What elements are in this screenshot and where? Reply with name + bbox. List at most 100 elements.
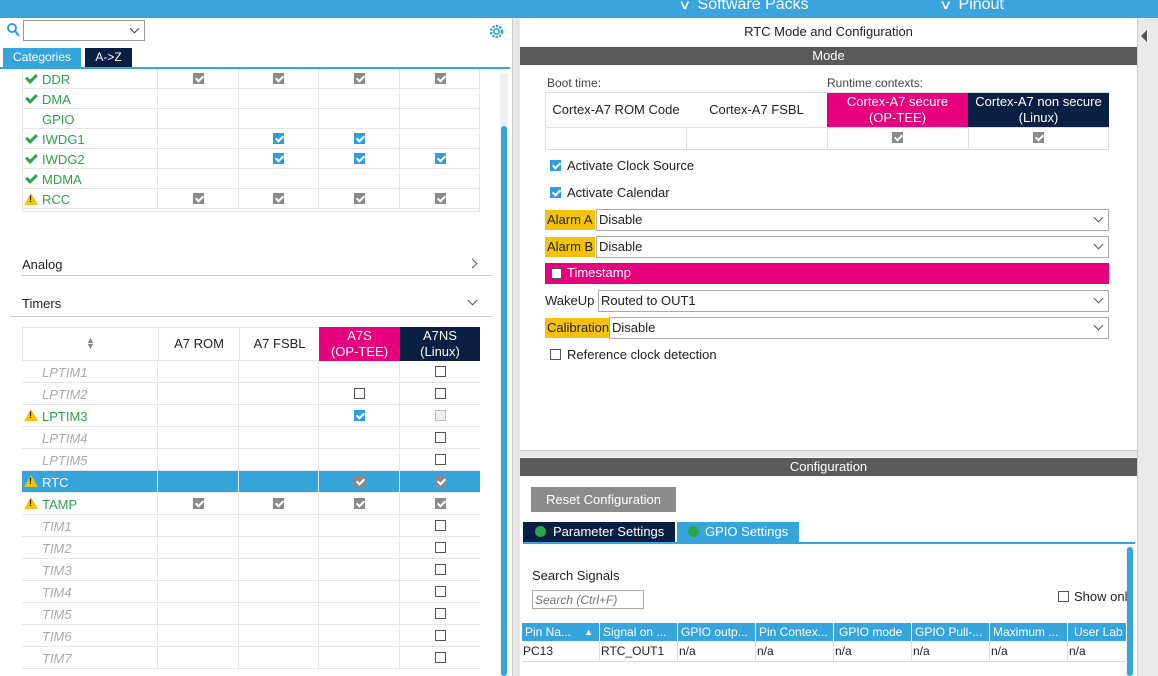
table-cell-a7rom — [157, 427, 238, 448]
ref-clock-checkbox[interactable] — [550, 349, 561, 360]
gpio-col-pin-context[interactable]: Pin Contex... — [756, 623, 834, 641]
ctx-secure-checkbox[interactable] — [892, 132, 903, 143]
context-checkbox[interactable] — [193, 498, 204, 509]
left-scrollbar-thumb[interactable] — [501, 126, 507, 676]
context-checkbox[interactable] — [273, 498, 284, 509]
context-checkbox[interactable] — [435, 608, 446, 619]
config-scrollbar-thumb[interactable] — [1127, 547, 1133, 676]
alarm-a-select[interactable]: Disable — [596, 209, 1109, 231]
context-checkbox[interactable] — [435, 564, 446, 575]
context-checkbox[interactable] — [435, 476, 446, 487]
context-checkbox[interactable] — [435, 630, 446, 641]
table-cell-a7s — [318, 603, 399, 624]
chevron-down-icon — [1093, 212, 1104, 223]
alarm-b-select[interactable]: Disable — [596, 236, 1109, 258]
timestamp-checkbox[interactable] — [551, 268, 562, 279]
gpio-col-mode[interactable]: GPIO mode — [834, 623, 912, 641]
row-label: TIM4 — [42, 585, 72, 600]
table-row[interactable]: TIM4 — [22, 581, 480, 603]
tab-gpio-settings[interactable]: GPIO Settings — [677, 522, 799, 542]
reset-configuration-button[interactable]: Reset Configuration — [531, 487, 676, 512]
gear-icon[interactable] — [488, 23, 505, 43]
gpio-cell[interactable]: n/a — [678, 642, 756, 662]
gpio-cell[interactable]: PC13 — [522, 642, 600, 662]
table-row[interactable]: TIM7 — [22, 647, 480, 669]
table-row[interactable]: LPTIM1 — [22, 361, 480, 383]
gpio-cell[interactable]: RTC_OUT1 — [600, 642, 678, 662]
calibration-select[interactable]: Disable — [609, 317, 1109, 339]
gpio-cell[interactable]: n/a — [1068, 642, 1126, 662]
context-checkbox[interactable] — [354, 476, 365, 487]
table-cell-a7ns — [399, 405, 480, 426]
ctx-non-secure-linux: Cortex-A7 non secure (Linux) — [968, 93, 1109, 127]
search-signals-input[interactable] — [532, 590, 644, 609]
gpio-col-output[interactable]: GPIO outp... — [678, 623, 756, 641]
context-checkbox[interactable] — [354, 498, 365, 509]
table-row[interactable]: LPTIM3 — [22, 405, 480, 427]
gpio-col-pull[interactable]: GPIO Pull-... — [912, 623, 990, 641]
table-cell-a7ns — [399, 361, 480, 382]
table-row[interactable]: TIM2 — [22, 537, 480, 559]
ctx-non-secure-checkbox[interactable] — [1033, 132, 1044, 143]
left-scrollbar[interactable] — [500, 74, 508, 676]
search-combobox[interactable] — [23, 20, 145, 41]
header-a7ns-linux[interactable]: A7NS (Linux) — [400, 327, 480, 361]
context-checkbox[interactable] — [435, 652, 446, 663]
gpio-cell[interactable]: n/a — [834, 642, 912, 662]
software-packs-menu[interactable]: ∨ Software Packs — [678, 0, 809, 14]
header-a7-rom[interactable]: A7 ROM — [158, 328, 239, 360]
gpio-col-signal[interactable]: Signal on ... — [600, 623, 678, 641]
header-a7-fsbl[interactable]: A7 FSBL — [239, 328, 319, 360]
table-cell-a7s — [318, 493, 399, 514]
table-row[interactable]: RTC — [22, 471, 480, 493]
context-checkbox[interactable] — [354, 410, 365, 421]
gpio-cell[interactable]: n/a — [756, 642, 834, 662]
table-row[interactable]: LPTIM2 — [22, 383, 480, 405]
show-only-checkbox[interactable] — [1058, 591, 1069, 602]
collapse-arrow-icon[interactable] — [1141, 30, 1147, 42]
table-cell-a7ns — [399, 383, 480, 404]
context-checkbox[interactable] — [435, 520, 446, 531]
config-scrollbar[interactable] — [1126, 545, 1134, 676]
table-cell-a7fsbl — [238, 405, 318, 426]
gpio-col-maximum[interactable]: Maximum ... — [990, 623, 1068, 641]
table-row[interactable]: TIM5 — [22, 603, 480, 625]
panel-splitter[interactable] — [512, 18, 520, 676]
table-row[interactable]: TIM6 — [22, 625, 480, 647]
context-checkbox[interactable] — [435, 410, 446, 421]
gpio-cell[interactable]: n/a — [990, 642, 1068, 662]
section-analog[interactable]: Analog — [22, 256, 492, 276]
section-timers[interactable]: Timers — [22, 295, 492, 315]
gpio-cell[interactable]: n/a — [912, 642, 990, 662]
table-row[interactable]: TAMP — [22, 493, 480, 515]
wakeup-select[interactable]: Routed to OUT1 — [598, 290, 1109, 312]
row-label: TIM2 — [42, 541, 72, 556]
chevron-down-icon[interactable] — [129, 23, 140, 34]
gpio-col-pin-name[interactable]: Pin Na... ▲ — [522, 623, 600, 641]
context-checkbox[interactable] — [435, 454, 446, 465]
table-row[interactable]: LPTIM5 — [22, 449, 480, 471]
search-icon[interactable] — [7, 23, 20, 37]
gpio-col-user-label[interactable]: User Lab — [1068, 623, 1126, 641]
table-row[interactable]: LPTIM4 — [22, 427, 480, 449]
context-checkbox[interactable] — [435, 542, 446, 553]
tab-a-z[interactable]: A->Z — [85, 48, 132, 67]
sort-icon[interactable]: ▲ ▼ — [86, 336, 95, 351]
horizontal-splitter[interactable] — [520, 450, 1137, 457]
table-row[interactable]: TIM3 — [22, 559, 480, 581]
header-a7s-op-tee[interactable]: A7S (OP-TEE) — [319, 327, 400, 361]
context-checkbox[interactable] — [435, 366, 446, 377]
context-checkbox[interactable] — [435, 586, 446, 597]
context-checkbox[interactable] — [435, 498, 446, 509]
context-checkbox[interactable] — [435, 432, 446, 443]
tab-parameter-settings[interactable]: Parameter Settings — [523, 522, 675, 542]
context-checkbox[interactable] — [354, 388, 365, 399]
table-row[interactable]: TIM1 — [22, 515, 480, 537]
table-cell-a7ns — [399, 647, 480, 668]
pinout-menu[interactable]: ∨ Pinout — [939, 0, 1004, 14]
tab-categories[interactable]: Categories — [3, 48, 81, 67]
context-checkbox[interactable] — [435, 388, 446, 399]
check-circle-icon — [688, 526, 699, 537]
activate-clock-checkbox[interactable] — [550, 160, 561, 171]
activate-calendar-checkbox[interactable] — [550, 187, 561, 198]
